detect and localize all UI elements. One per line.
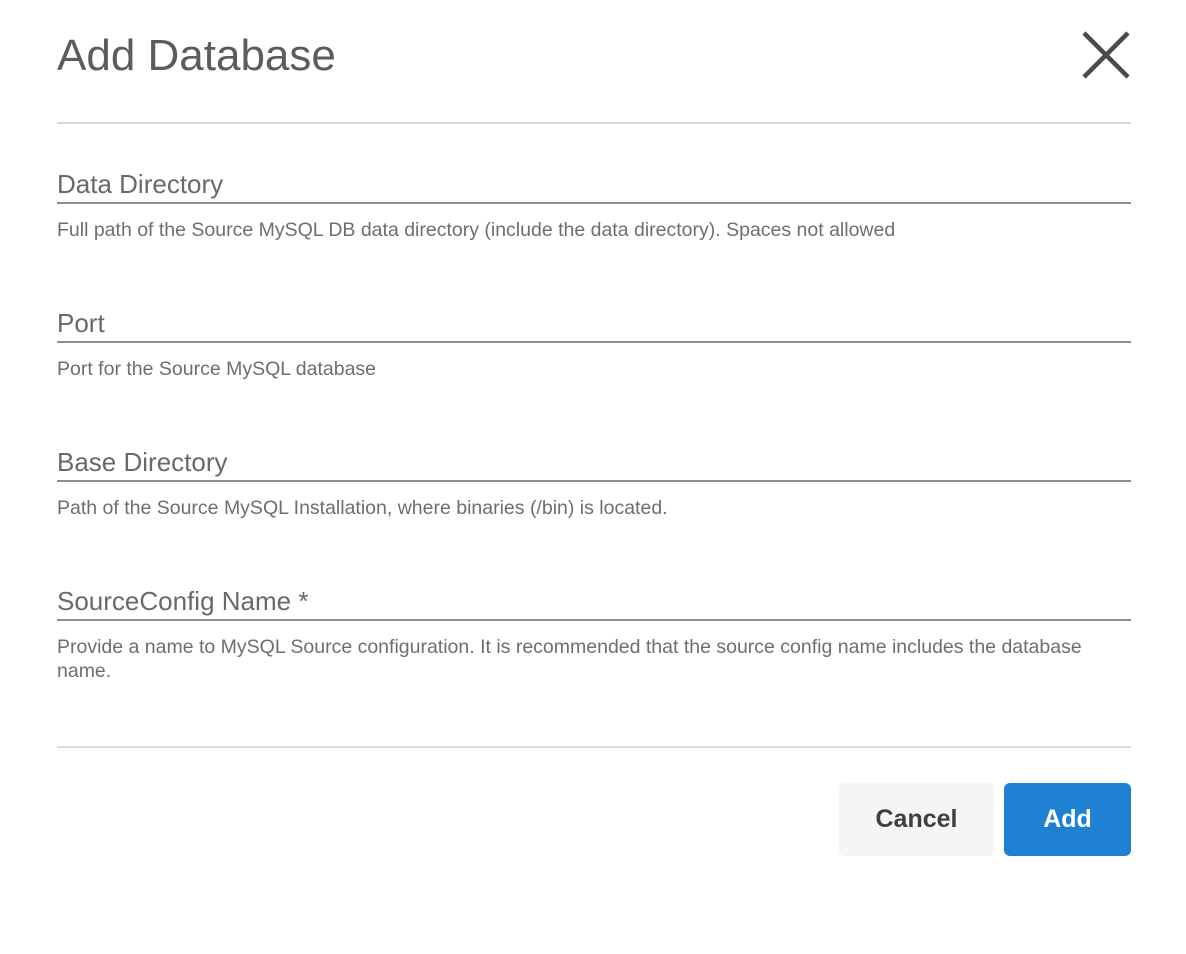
add-database-dialog: Add Database Full path of the Source MyS… <box>0 0 1186 954</box>
add-button[interactable]: Add <box>1004 783 1131 856</box>
base-directory-helper: Path of the Source MySQL Installation, w… <box>57 496 1131 520</box>
close-button[interactable] <box>1081 30 1131 80</box>
footer-divider <box>57 746 1131 748</box>
field-base-directory: Path of the Source MySQL Installation, w… <box>57 444 1131 520</box>
base-directory-input[interactable] <box>57 444 1131 482</box>
title-divider <box>57 122 1131 124</box>
page-title: Add Database <box>57 30 336 82</box>
dialog-footer: Cancel Add <box>57 783 1131 856</box>
dialog-header: Add Database <box>57 0 1131 82</box>
form-fields: Full path of the Source MySQL DB data di… <box>57 166 1131 683</box>
port-helper: Port for the Source MySQL database <box>57 357 1131 381</box>
field-data-directory: Full path of the Source MySQL DB data di… <box>57 166 1131 242</box>
data-directory-input[interactable] <box>57 166 1131 204</box>
close-icon <box>1081 30 1131 80</box>
data-directory-helper: Full path of the Source MySQL DB data di… <box>57 218 1131 242</box>
field-port: Port for the Source MySQL database <box>57 305 1131 381</box>
sourceconfig-name-helper: Provide a name to MySQL Source configura… <box>57 635 1131 683</box>
port-input[interactable] <box>57 305 1131 343</box>
field-sourceconfig-name: Provide a name to MySQL Source configura… <box>57 583 1131 683</box>
sourceconfig-name-input[interactable] <box>57 583 1131 621</box>
cancel-button[interactable]: Cancel <box>839 783 994 856</box>
